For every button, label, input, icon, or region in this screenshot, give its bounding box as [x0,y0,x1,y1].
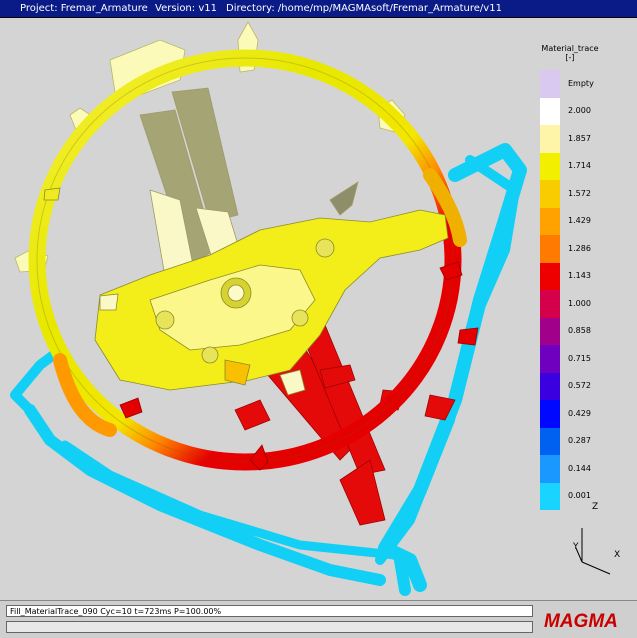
legend-label: 1.714 [568,161,591,171]
legend-label: 1.286 [568,243,591,253]
legend-label: 0.429 [568,408,591,418]
legend-label: Empty [568,78,594,88]
legend-label: 1.429 [568,216,591,226]
status-bar: Fill_MaterialTrace_090 Cyc=10 t=723ms P=… [0,600,637,638]
legend-label: 1.572 [568,188,591,198]
legend-swatch [540,427,560,455]
legend-label: 0.287 [568,436,591,446]
magma-logo: MAGMA [538,605,632,635]
legend-label: 0.858 [568,326,591,336]
directory-label: Directory: /home/mp/MAGMAsoft/Fremar_Arm… [226,3,502,14]
axis-y-label: Y [573,542,579,552]
version-label: Version: v11 [155,3,217,14]
legend-label: 2.000 [568,106,591,116]
legend-unit: [-] [565,53,575,62]
legend-swatch [540,455,560,483]
svg-text:MAGMA: MAGMA [544,611,618,632]
legend-swatch [540,400,560,428]
legend-label: 0.144 [568,463,591,473]
legend-swatch [540,125,560,153]
legend-swatch [540,70,560,98]
legend-swatch [540,262,560,290]
progress-fill [7,622,532,632]
legend-swatch [540,152,560,180]
legend-label: 0.001 [568,491,591,501]
center-hub [94,209,449,396]
legend-label: 1.143 [568,271,591,281]
axis-x-label: X [614,550,621,560]
legend-swatch [540,235,560,263]
legend-swatch [540,372,560,400]
legend-label: 1.857 [568,133,591,143]
simulation-viewport[interactable]: Material_trace [-] Z Y X Empty 2.000 1.857… [0,18,637,600]
legend-swatch [540,482,560,510]
legend-title-text: Material_trace [541,44,599,53]
legend-swatch [540,345,560,373]
window-titlebar: Project: Fremar_Armature Version: v11 Di… [0,0,637,18]
legend-label: 0.572 [568,381,591,391]
legend-label: 1.000 [568,298,591,308]
legend-swatch [540,317,560,345]
legend-swatch [540,97,560,125]
status-text: Fill_MaterialTrace_090 Cyc=10 t=723ms P=… [10,607,222,616]
status-text-field: Fill_MaterialTrace_090 Cyc=10 t=723ms P=… [6,605,533,617]
legend-swatch [540,290,560,318]
legend-swatch [540,207,560,235]
project-label: Project: Fremar_Armature [20,3,148,14]
axis-z-label: Z [592,502,599,512]
legend-title: Material_trace [-] [540,44,600,62]
legend-swatch [540,180,560,208]
legend-label: 0.715 [568,353,591,363]
progress-bar [6,621,533,633]
